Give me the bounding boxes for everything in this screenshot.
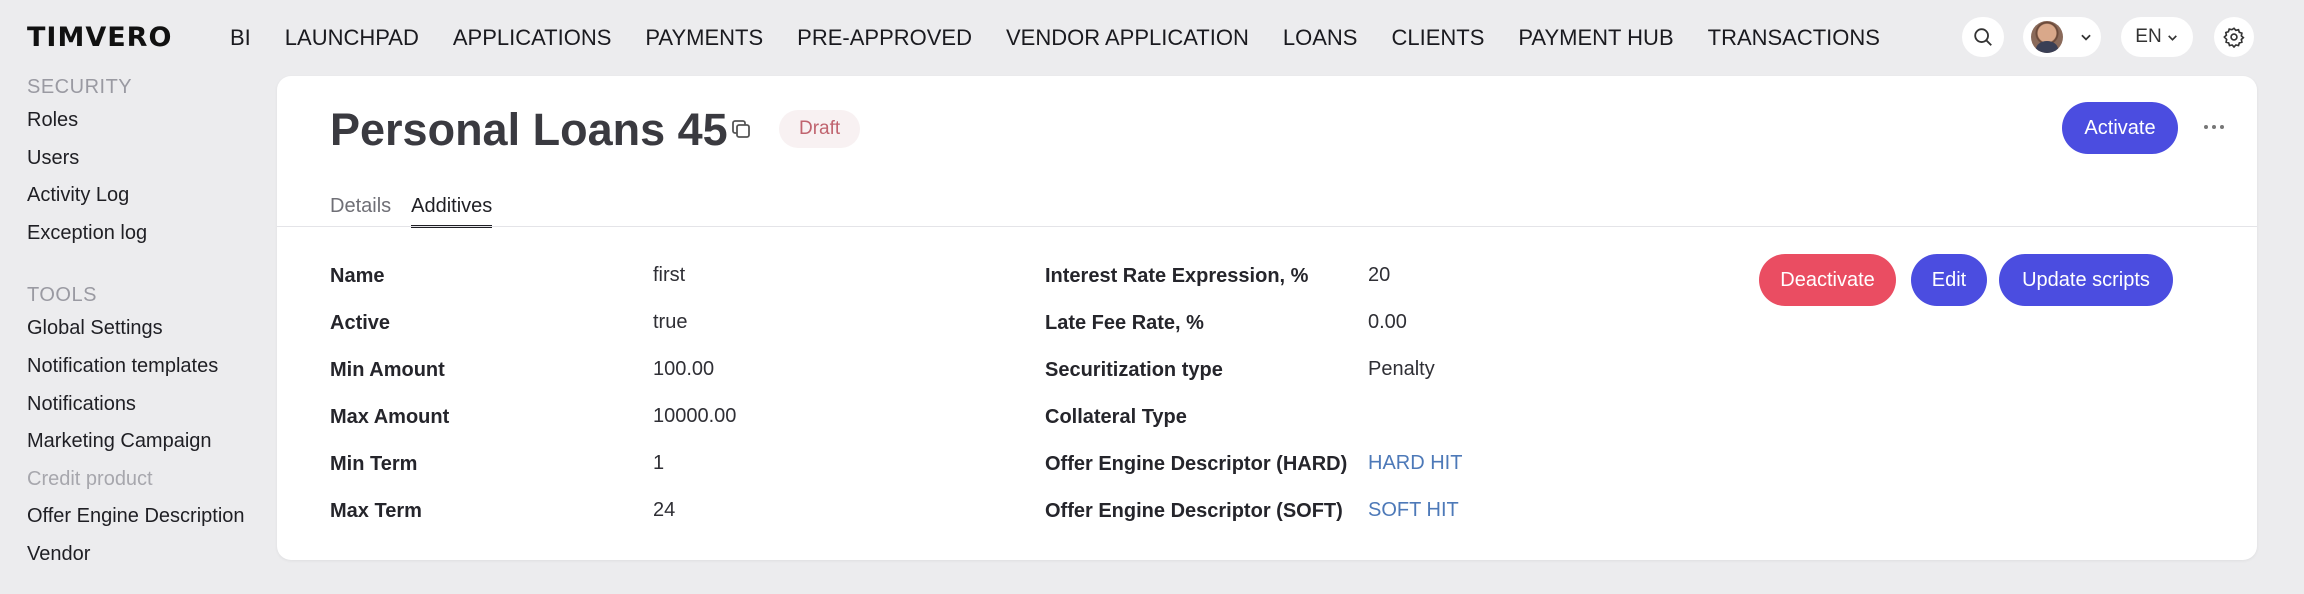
chevron-down-icon [2081, 34, 2091, 41]
field-value-securitization-type: Penalty [1368, 358, 1435, 380]
gear-icon [2223, 27, 2245, 48]
field-value-interest-rate: 20 [1368, 264, 1391, 286]
more-dot [2212, 125, 2216, 129]
field-label-offer-engine-soft: Offer Engine Descriptor (SOFT) [1045, 500, 1343, 522]
field-row: Securitization type [1045, 347, 1223, 394]
field-label-securitization-type: Securitization type [1045, 359, 1223, 381]
user-menu-button[interactable] [2023, 17, 2101, 57]
sidebar-item-offer-engine-description[interactable]: Offer Engine Description [27, 498, 267, 536]
sidebar-item-activity-log[interactable]: Activity Log [27, 177, 267, 215]
field-label-collateral-type: Collateral Type [1045, 406, 1187, 428]
sidebar-item-credit-product[interactable]: Credit product [27, 461, 267, 499]
field-label-min-term: Min Term [330, 453, 418, 475]
field-label-late-fee-rate: Late Fee Rate, % [1045, 312, 1204, 334]
sidebar-item-exception-log[interactable]: Exception log [27, 215, 267, 253]
sidebar: SECURITY Roles Users Activity Log Except… [27, 72, 267, 574]
field-row: Max Amount [330, 394, 449, 441]
field-row: Min Term [330, 441, 417, 488]
brand-logo[interactable]: TIMVERO [27, 22, 172, 53]
field-value-late-fee-rate: 0.00 [1368, 311, 1407, 333]
nav-item-loans[interactable]: LOANS [1283, 24, 1358, 52]
sidebar-item-users[interactable]: Users [27, 140, 267, 178]
more-dot [2220, 125, 2224, 129]
nav-item-bi[interactable]: BI [230, 24, 251, 52]
tabs: Details Additives [330, 194, 493, 228]
field-value-name: first [653, 264, 686, 286]
nav-item-vendor-application[interactable]: VENDOR APPLICATION [1006, 24, 1249, 52]
top-bar: TIMVERO BI LAUNCHPAD APPLICATIONS PAYMEN… [0, 0, 2304, 74]
field-label-max-term: Max Term [330, 500, 422, 522]
field-row: Late Fee Rate, % [1045, 300, 1204, 347]
deactivate-button[interactable]: Deactivate [1759, 254, 1896, 306]
language-selector[interactable]: EN [2121, 17, 2193, 57]
field-row: Max Term [330, 488, 422, 535]
hard-hit-link[interactable]: HARD HIT [1368, 452, 1462, 475]
update-scripts-button[interactable]: Update scripts [1999, 254, 2173, 306]
nav-item-clients[interactable]: CLIENTS [1391, 24, 1484, 52]
search-icon [1974, 28, 1992, 46]
nav-item-payment-hub[interactable]: PAYMENT HUB [1518, 24, 1673, 52]
field-row: Min Amount [330, 347, 445, 394]
copy-icon[interactable] [729, 117, 753, 141]
field-row: Interest Rate Expression, % [1045, 253, 1308, 300]
sidebar-item-notification-templates[interactable]: Notification templates [27, 348, 267, 386]
search-button[interactable] [1962, 17, 2004, 57]
field-value-min-amount: 100.00 [653, 358, 715, 380]
chevron-down-icon [2167, 34, 2177, 41]
status-badge: Draft [779, 110, 861, 148]
field-value-min-term: 1 [653, 452, 665, 474]
tabs-divider [277, 226, 2257, 227]
tab-details[interactable]: Details [330, 194, 391, 228]
nav-item-pre-approved[interactable]: PRE-APPROVED [797, 24, 972, 52]
language-label: EN [2135, 26, 2162, 47]
field-label-max-amount: Max Amount [330, 406, 450, 428]
field-label-interest-rate: Interest Rate Expression, % [1045, 265, 1309, 287]
field-row: Offer Engine Descriptor (SOFT) [1045, 488, 1343, 535]
sidebar-item-notifications[interactable]: Notifications [27, 386, 267, 424]
tab-additives[interactable]: Additives [411, 194, 493, 228]
sidebar-item-marketing-campaign[interactable]: Marketing Campaign [27, 423, 267, 461]
field-value-active: true [653, 311, 688, 333]
field-row: Active [330, 300, 390, 347]
nav-item-applications[interactable]: APPLICATIONS [453, 24, 612, 52]
field-row: Name [330, 253, 384, 300]
more-dot [2204, 125, 2208, 129]
field-label-offer-engine-hard: Offer Engine Descriptor (HARD) [1045, 453, 1348, 475]
field-row: Collateral Type [1045, 394, 1187, 441]
nav-item-transactions[interactable]: TRANSACTIONS [1708, 24, 1880, 52]
field-label-active: Active [330, 312, 391, 334]
field-label-name: Name [330, 265, 385, 287]
sidebar-item-global-settings[interactable]: Global Settings [27, 310, 267, 348]
sidebar-item-vendor[interactable]: Vendor [27, 536, 267, 574]
sidebar-section-tools: TOOLS [27, 284, 97, 307]
nav-item-launchpad[interactable]: LAUNCHPAD [285, 24, 419, 52]
avatar [2031, 21, 2063, 53]
field-row: Offer Engine Descriptor (HARD) [1045, 441, 1347, 488]
field-label-min-amount: Min Amount [330, 359, 445, 381]
main-nav: BI LAUNCHPAD APPLICATIONS PAYMENTS PRE-A… [230, 24, 1914, 52]
soft-hit-link[interactable]: SOFT HIT [1368, 499, 1459, 522]
sidebar-item-roles[interactable]: Roles [27, 102, 267, 140]
sidebar-section-security: SECURITY [27, 76, 133, 98]
settings-button[interactable] [2214, 17, 2254, 57]
activate-button[interactable]: Activate [2062, 102, 2178, 154]
credit-product-card: Personal Loans 45 Draft Activate Details… [277, 76, 2257, 560]
page-title: Personal Loans 45 [330, 104, 728, 155]
nav-item-payments[interactable]: PAYMENTS [645, 24, 763, 52]
more-options-icon[interactable] [2199, 115, 2229, 139]
edit-button[interactable]: Edit [1911, 254, 1987, 306]
field-value-max-term: 24 [653, 499, 676, 521]
field-value-max-amount: 10000.00 [653, 405, 737, 427]
